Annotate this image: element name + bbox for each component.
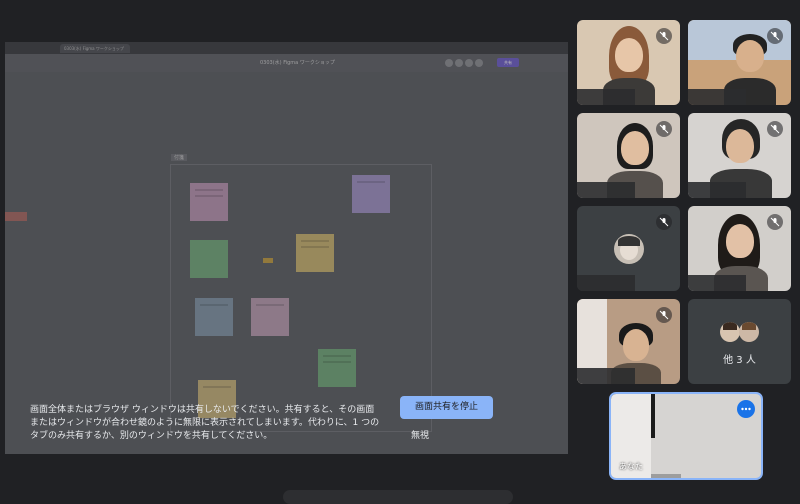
participant-tile[interactable] (577, 206, 680, 291)
participant-avatar (614, 234, 644, 264)
mic-off-icon (656, 214, 672, 230)
participant-face (736, 40, 764, 72)
participant-avatar (720, 322, 740, 342)
participant-face (726, 224, 754, 258)
participant-nameplate (577, 89, 635, 105)
participant-tile[interactable] (577, 299, 680, 384)
participant-nameplate (577, 275, 635, 291)
participant-tile[interactable] (688, 113, 791, 198)
shared-screen-preview: 0303(水) Figma ワークショップ 0303(水) Figma ワークシ… (5, 42, 568, 454)
share-warning-message: 画面全体またはブラウザ ウィンドウは共有しないでください。共有すると、その画面 … (30, 405, 380, 441)
mic-off-icon (656, 307, 672, 323)
participant-avatar (739, 322, 759, 342)
ignore-button[interactable]: 無視 (405, 428, 435, 444)
participant-tile[interactable] (688, 206, 791, 291)
participant-face (621, 131, 649, 165)
mic-off-icon (767, 214, 783, 230)
mic-off-icon (656, 28, 672, 44)
others-tile[interactable]: 他 3 人 (688, 299, 791, 384)
participant-face (726, 129, 754, 163)
participant-tile[interactable] (688, 20, 791, 105)
mic-off-icon (767, 121, 783, 137)
stop-sharing-button[interactable]: 画面共有を停止 (400, 396, 493, 419)
participant-nameplate (577, 368, 635, 384)
others-count-label: 他 3 人 (723, 355, 756, 366)
dim-overlay (5, 42, 568, 454)
more-options-icon[interactable] (737, 400, 755, 418)
participant-nameplate (688, 89, 746, 105)
participant-tile[interactable] (577, 20, 680, 105)
self-name-label: あなた (619, 462, 643, 471)
mic-off-icon (767, 28, 783, 44)
participant-face (615, 38, 643, 72)
participant-face (623, 329, 649, 361)
bottom-control-bar (283, 490, 513, 504)
participant-tile[interactable] (577, 113, 680, 198)
participant-nameplate (688, 275, 746, 291)
participant-nameplate (688, 182, 746, 198)
mic-off-icon (656, 121, 672, 137)
participant-nameplate (577, 182, 635, 198)
self-view-tile[interactable]: あなた (609, 392, 763, 480)
